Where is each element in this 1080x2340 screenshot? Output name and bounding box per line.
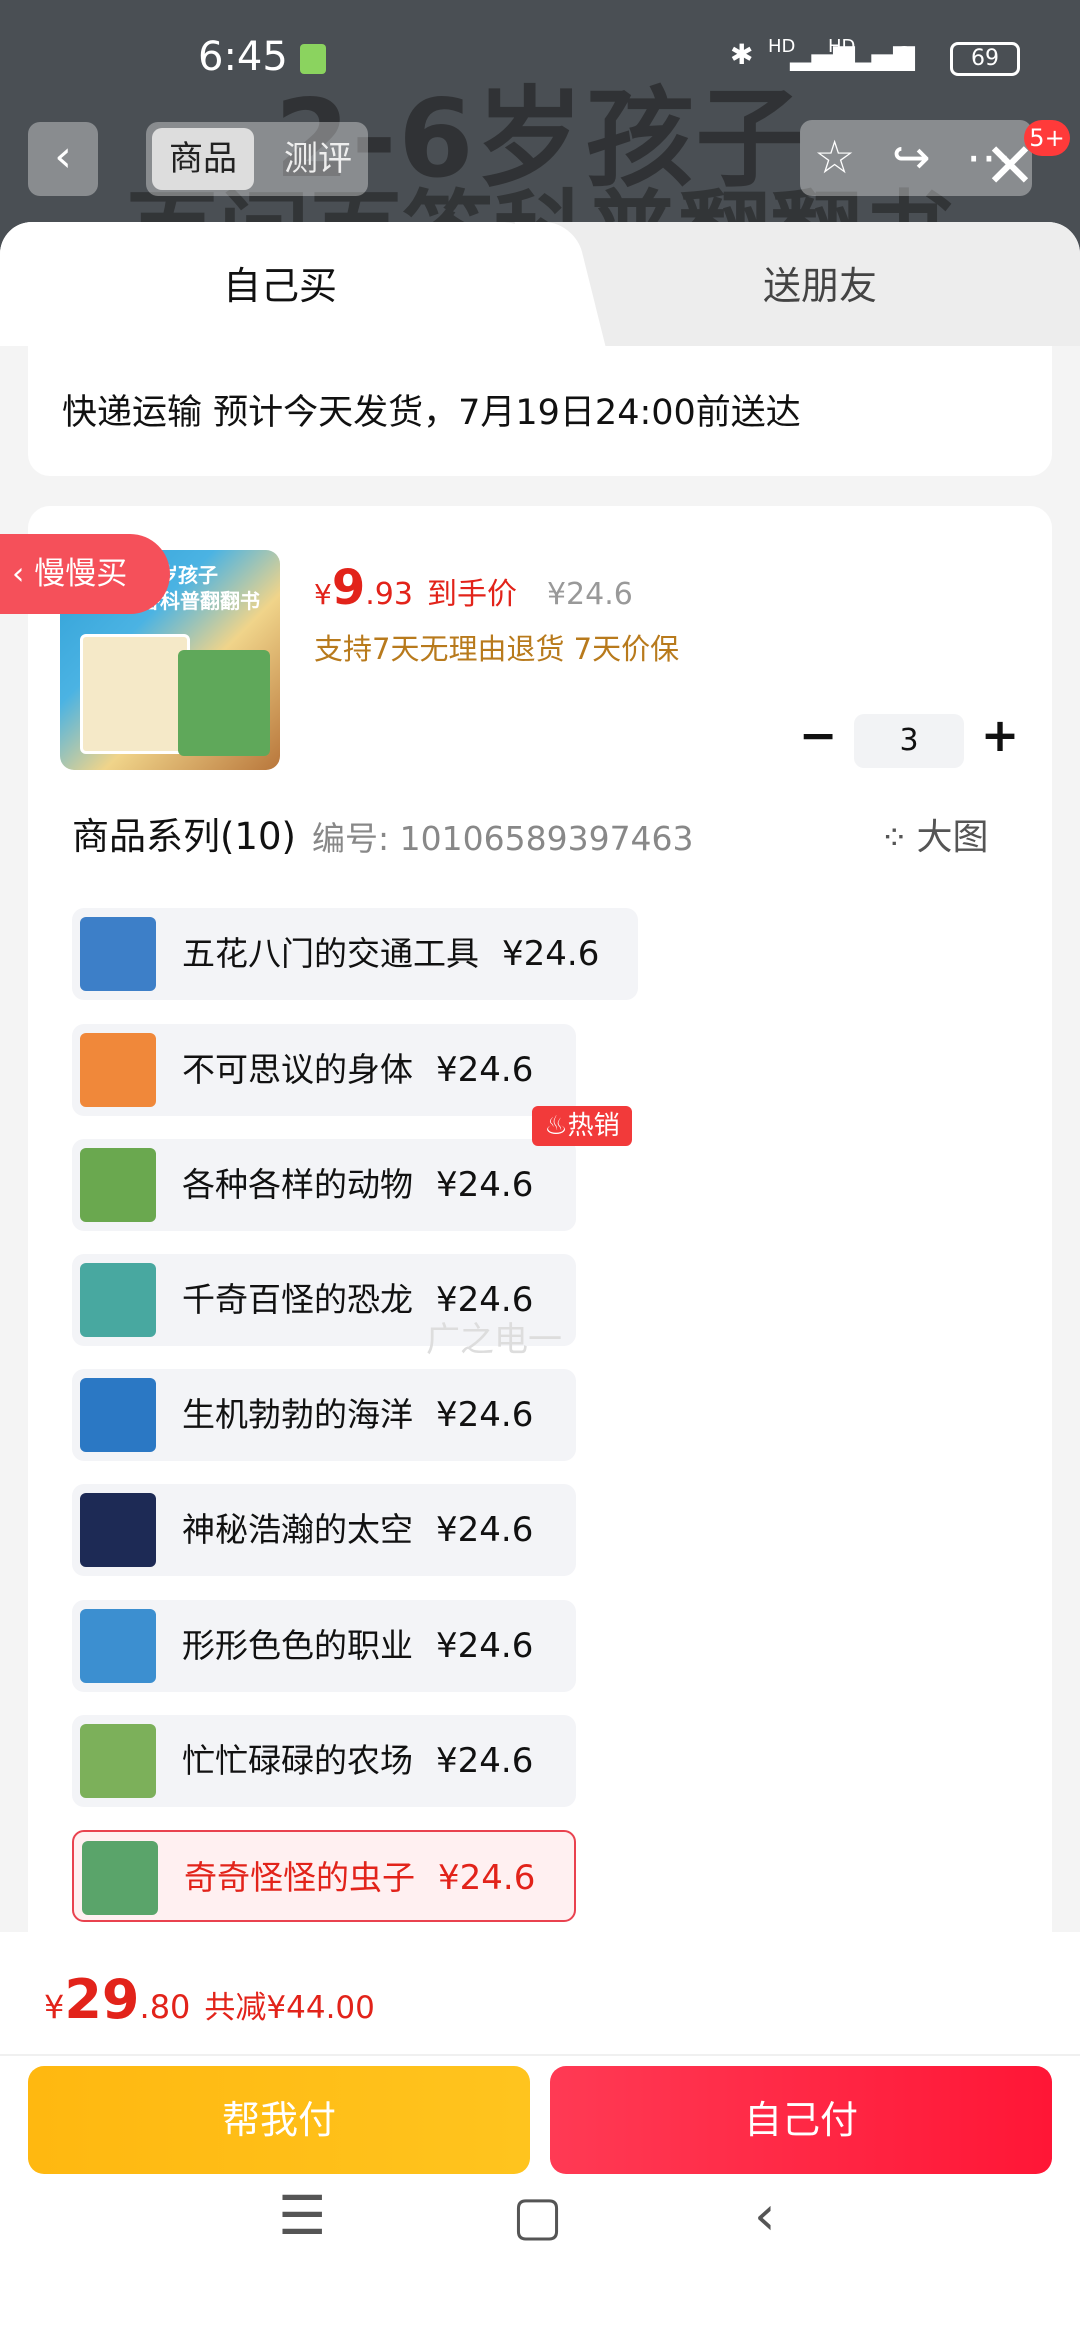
cover-book-left	[80, 634, 190, 754]
top-tabs: 商品 测评	[146, 122, 368, 196]
back-icon[interactable]: ‹	[754, 2184, 776, 2247]
series-item-name: 各种各样的动物	[182, 1165, 413, 1204]
status-time: 6:45	[198, 34, 288, 80]
series-item[interactable]: 形形色色的职业 ¥24.6	[72, 1600, 576, 1692]
series-item-name: 奇奇怪怪的虫子	[184, 1858, 415, 1897]
series-item-price: ¥24.6	[502, 934, 600, 974]
series-item-thumbnail	[80, 1033, 156, 1107]
series-item-price: ¥24.6	[436, 1510, 534, 1550]
series-item-thumbnail	[80, 1378, 156, 1452]
series-item[interactable]: 忙忙碌碌的农场 ¥24.6	[72, 1715, 576, 1807]
original-price: ¥24.6	[546, 577, 633, 612]
watermark: 广之电一	[426, 1320, 562, 1360]
series-item[interactable]: 五花八门的交通工具 ¥24.6	[72, 908, 638, 1000]
series-item[interactable]: 生机勃勃的海洋 ¥24.6	[72, 1369, 576, 1461]
series-item-thumbnail	[80, 1609, 156, 1683]
total-currency: ¥	[44, 1988, 65, 2026]
series-code: 编号: 10106589397463	[312, 819, 694, 858]
price-label: 到手价	[426, 577, 517, 612]
battery-icon: 69	[950, 42, 1020, 76]
series-title: 商品系列(10)	[72, 815, 296, 858]
series-item[interactable]: 神秘浩瀚的太空 ¥24.6	[72, 1484, 576, 1576]
sim-icon	[300, 44, 326, 74]
tab-gift[interactable]: 送朋友	[600, 222, 1040, 346]
buy-mode-tabs: 送朋友 自己买	[0, 222, 1080, 346]
tab-goods[interactable]: 商品	[152, 128, 254, 190]
series-item-thumbnail	[80, 1148, 156, 1222]
cover-book-right	[178, 650, 270, 756]
shipping-info: 快递运输 预计今天发货，7月19日24:00前送达	[62, 393, 801, 433]
chevron-left-icon: ‹	[54, 131, 72, 182]
close-icon[interactable]: ✕	[984, 135, 1036, 197]
service-tags: 支持7天无理由退货 7天价保	[314, 632, 680, 666]
status-bar: 6:45 ✱ HD ▂▄▆ HD ▂▄▆ ◠ 69	[0, 0, 1080, 110]
fire-icon: ♨	[544, 1111, 568, 1141]
series-item-price: ¥24.6	[436, 1626, 534, 1666]
price-integer: 9	[331, 560, 366, 616]
series-item-name: 神秘浩瀚的太空	[182, 1510, 413, 1549]
series-item-thumbnail	[82, 1841, 158, 1915]
quantity-input[interactable]: 3	[854, 714, 964, 768]
series-item-name: 忙忙碌碌的农场	[182, 1741, 413, 1780]
series-item[interactable]: 各种各样的动物 ¥24.6	[72, 1139, 576, 1231]
total-discount: 共减¥44.00	[204, 1990, 375, 2026]
star-icon[interactable]: ☆	[814, 130, 855, 184]
hot-badge-label: 热销	[567, 1111, 620, 1141]
home-icon[interactable]: ▢	[512, 2184, 563, 2247]
floating-side-label: 慢慢买	[34, 556, 128, 592]
series-item-price: ¥24.6	[436, 1050, 534, 1090]
back-button[interactable]: ‹	[28, 122, 98, 196]
share-icon[interactable]: ↪	[892, 130, 931, 184]
wifi-icon: ◠	[892, 38, 917, 71]
chevron-left-icon: ‹	[12, 556, 35, 592]
series-item-thumbnail	[80, 917, 156, 991]
price-decimal: .93	[365, 577, 413, 612]
divider	[0, 2054, 1080, 2056]
floating-side-tab[interactable]: ‹ 慢慢买	[0, 534, 170, 614]
series-item-thumbnail	[80, 1724, 156, 1798]
price-row: ¥9.93 到手价 ¥24.6	[314, 560, 633, 616]
tab-self[interactable]: 自己买	[0, 222, 560, 346]
series-item-name: 不可思议的身体	[182, 1050, 413, 1089]
big-picture-toggle[interactable]: ⁘ 大图	[880, 808, 989, 860]
series-item-thumbnail	[80, 1493, 156, 1567]
shipping-card: 快递运输 预计今天发货，7月19日24:00前送达	[28, 346, 1052, 476]
series-item-price: ¥24.6	[436, 1741, 534, 1781]
series-item-name: 生机勃勃的海洋	[182, 1395, 413, 1434]
quantity-plus-button[interactable]: +	[980, 708, 1020, 762]
quantity-minus-button[interactable]: −	[798, 708, 838, 762]
series-item-name: 千奇百怪的恐龙	[182, 1280, 413, 1319]
grid-icon: ⁘	[880, 818, 909, 858]
bluetooth-icon: ✱	[730, 38, 754, 71]
total-price: ¥29.80 共减¥44.00	[44, 1968, 375, 2031]
tab-review[interactable]: 测评	[274, 128, 362, 190]
price-currency: ¥	[314, 578, 332, 611]
help-me-pay-button[interactable]: 帮我付	[28, 2066, 530, 2174]
checkout-bar: ¥29.80 共减¥44.00 帮我付 自己付 ☰ ▢ ‹	[0, 1932, 1080, 2340]
total-integer: 29	[64, 1968, 140, 2031]
series-item-price: ¥24.6	[436, 1395, 534, 1435]
menu-icon[interactable]: ☰	[278, 2184, 326, 2247]
hot-badge: ♨热销	[532, 1106, 632, 1146]
series-item-name: 形形色色的职业	[182, 1626, 413, 1665]
series-item-name: 五花八门的交通工具	[182, 934, 479, 973]
series-item[interactable]: 奇奇怪怪的虫子 ¥24.6	[72, 1830, 576, 1922]
pay-myself-button[interactable]: 自己付	[550, 2066, 1052, 2174]
big-picture-label: 大图	[916, 817, 989, 858]
series-item-price: ¥24.6	[436, 1165, 534, 1205]
series-item[interactable]: 不可思议的身体 ¥24.6	[72, 1024, 576, 1116]
series-item-price: ¥24.6	[438, 1858, 536, 1898]
total-decimal: .80	[139, 1988, 191, 2026]
series-item-thumbnail	[80, 1263, 156, 1337]
